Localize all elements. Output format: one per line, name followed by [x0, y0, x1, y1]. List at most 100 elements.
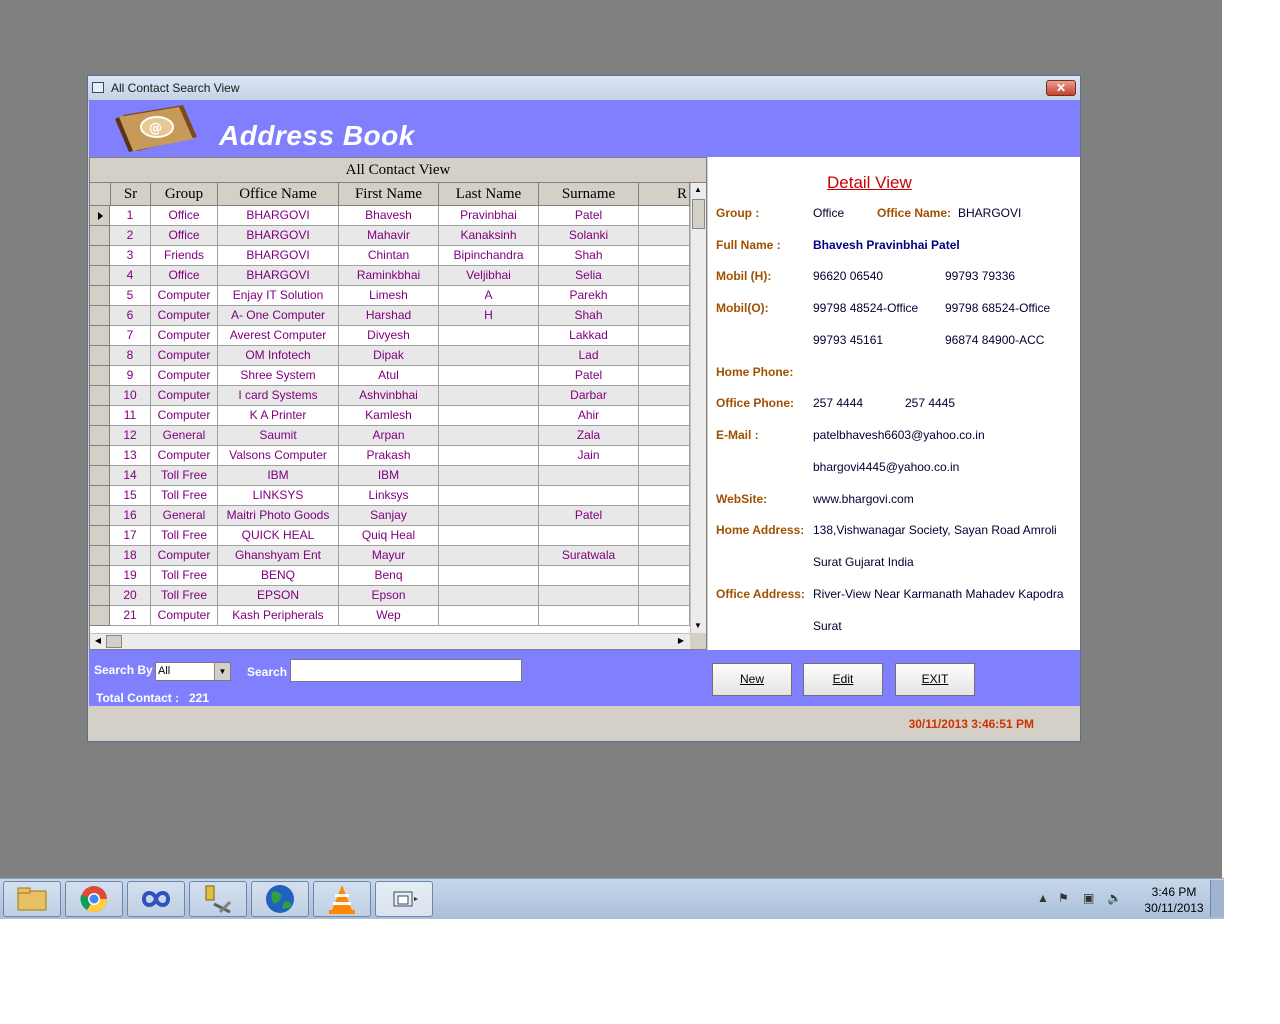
taskbar-clock[interactable]: 3:46 PM 30/11/2013: [1134, 884, 1214, 916]
scroll-up-icon[interactable]: ▲: [691, 183, 705, 197]
cell-first-name[interactable]: Kamlesh: [339, 406, 439, 426]
cell-sr[interactable]: 20: [110, 586, 151, 606]
cell-first-name[interactable]: Ashvinbhai: [339, 386, 439, 406]
taskbar-chrome-button[interactable]: [65, 881, 123, 917]
cell-group[interactable]: Computer: [151, 606, 218, 626]
cell-last-name[interactable]: [439, 446, 539, 466]
cell-surname[interactable]: Shah: [539, 306, 639, 326]
cell-office-name[interactable]: BHARGOVI: [218, 226, 339, 246]
cell-sr[interactable]: 12: [110, 426, 151, 446]
cell-last-name[interactable]: [439, 486, 539, 506]
table-row[interactable]: 10 Computer I card Systems Ashvinbhai Darbar: [90, 386, 690, 406]
cell-sr[interactable]: 21: [110, 606, 151, 626]
cell-sr[interactable]: 15: [110, 486, 151, 506]
action-center-flag-icon[interactable]: ⚑: [1058, 891, 1069, 905]
cell-r[interactable]: [639, 446, 690, 466]
cell-group[interactable]: Computer: [151, 406, 218, 426]
table-row[interactable]: 3 Friends BHARGOVI Chintan Bipinchandra Shah: [90, 246, 690, 266]
cell-r[interactable]: [639, 466, 690, 486]
table-row[interactable]: 15 Toll Free LINKSYS Linksys: [90, 486, 690, 506]
taskbar-tools-button[interactable]: [189, 881, 247, 917]
cell-sr[interactable]: 17: [110, 526, 151, 546]
edit-button[interactable]: Edit: [803, 663, 883, 696]
vertical-scrollbar[interactable]: ▲ ▼: [690, 183, 706, 635]
column-header-sr[interactable]: Sr: [111, 183, 151, 206]
cell-surname[interactable]: Lakkad: [539, 326, 639, 346]
row-selector[interactable]: [90, 446, 110, 466]
cell-last-name[interactable]: A: [439, 286, 539, 306]
cell-sr[interactable]: 2: [110, 226, 151, 246]
cell-office-name[interactable]: A- One Computer: [218, 306, 339, 326]
cell-last-name[interactable]: [439, 506, 539, 526]
cell-r[interactable]: [639, 406, 690, 426]
cell-surname[interactable]: Shah: [539, 246, 639, 266]
column-header-group[interactable]: Group: [151, 183, 218, 206]
volume-icon[interactable]: 🔈: [1107, 891, 1122, 905]
cell-sr[interactable]: 4: [110, 266, 151, 286]
cell-sr[interactable]: 19: [110, 566, 151, 586]
cell-surname[interactable]: [539, 566, 639, 586]
cell-r[interactable]: [639, 606, 690, 626]
row-selector[interactable]: [90, 406, 110, 426]
cell-surname[interactable]: Zala: [539, 426, 639, 446]
title-bar[interactable]: All Contact Search View ✕: [88, 76, 1080, 101]
cell-group[interactable]: Toll Free: [151, 566, 218, 586]
row-selector[interactable]: [90, 506, 110, 526]
cell-last-name[interactable]: [439, 426, 539, 446]
cell-sr[interactable]: 18: [110, 546, 151, 566]
horizontal-scrollbar[interactable]: ◀ ▶: [90, 633, 690, 649]
cell-group[interactable]: General: [151, 426, 218, 446]
cell-surname[interactable]: Darbar: [539, 386, 639, 406]
cell-group[interactable]: Office: [151, 266, 218, 286]
cell-first-name[interactable]: Epson: [339, 586, 439, 606]
cell-last-name[interactable]: [439, 586, 539, 606]
close-button[interactable]: ✕: [1046, 80, 1076, 96]
cell-surname[interactable]: Jain: [539, 446, 639, 466]
cell-r[interactable]: [639, 506, 690, 526]
row-selector[interactable]: [90, 566, 110, 586]
cell-r[interactable]: [639, 486, 690, 506]
cell-first-name[interactable]: Divyesh: [339, 326, 439, 346]
row-selector[interactable]: [90, 346, 110, 366]
cell-group[interactable]: Toll Free: [151, 586, 218, 606]
cell-sr[interactable]: 10: [110, 386, 151, 406]
cell-office-name[interactable]: OM Infotech: [218, 346, 339, 366]
cell-surname[interactable]: Lad: [539, 346, 639, 366]
cell-last-name[interactable]: Pravinbhai: [439, 206, 539, 226]
table-row[interactable]: 17 Toll Free QUICK HEAL Quiq Heal: [90, 526, 690, 546]
taskbar-explorer-button[interactable]: [3, 881, 61, 917]
cell-sr[interactable]: 16: [110, 506, 151, 526]
cell-surname[interactable]: Suratwala: [539, 546, 639, 566]
table-row[interactable]: 14 Toll Free IBM IBM: [90, 466, 690, 486]
cell-sr[interactable]: 6: [110, 306, 151, 326]
cell-group[interactable]: Computer: [151, 286, 218, 306]
cell-office-name[interactable]: BHARGOVI: [218, 246, 339, 266]
search-input[interactable]: [290, 659, 522, 682]
taskbar-app-button[interactable]: [127, 881, 185, 917]
cell-group[interactable]: Computer: [151, 346, 218, 366]
network-icon[interactable]: ▣: [1083, 891, 1094, 905]
cell-r[interactable]: [639, 346, 690, 366]
cell-group[interactable]: Computer: [151, 366, 218, 386]
row-selector[interactable]: [90, 266, 110, 286]
cell-last-name[interactable]: [439, 606, 539, 626]
cell-last-name[interactable]: [439, 346, 539, 366]
cell-sr[interactable]: 14: [110, 466, 151, 486]
table-row[interactable]: 6 Computer A- One Computer Harshad H Shah: [90, 306, 690, 326]
cell-surname[interactable]: Patel: [539, 206, 639, 226]
cell-first-name[interactable]: Limesh: [339, 286, 439, 306]
cell-group[interactable]: Computer: [151, 306, 218, 326]
cell-r[interactable]: [639, 546, 690, 566]
cell-surname[interactable]: [539, 606, 639, 626]
cell-sr[interactable]: 5: [110, 286, 151, 306]
table-row[interactable]: 12 General Saumit Arpan Zala: [90, 426, 690, 446]
cell-first-name[interactable]: Chintan: [339, 246, 439, 266]
table-row[interactable]: 20 Toll Free EPSON Epson: [90, 586, 690, 606]
show-hidden-icons-icon[interactable]: ▲: [1037, 891, 1049, 905]
cell-r[interactable]: [639, 306, 690, 326]
cell-office-name[interactable]: Valsons Computer: [218, 446, 339, 466]
table-row[interactable]: 8 Computer OM Infotech Dipak Lad: [90, 346, 690, 366]
cell-office-name[interactable]: BHARGOVI: [218, 266, 339, 286]
cell-first-name[interactable]: Atul: [339, 366, 439, 386]
cell-office-name[interactable]: Ghanshyam Ent: [218, 546, 339, 566]
